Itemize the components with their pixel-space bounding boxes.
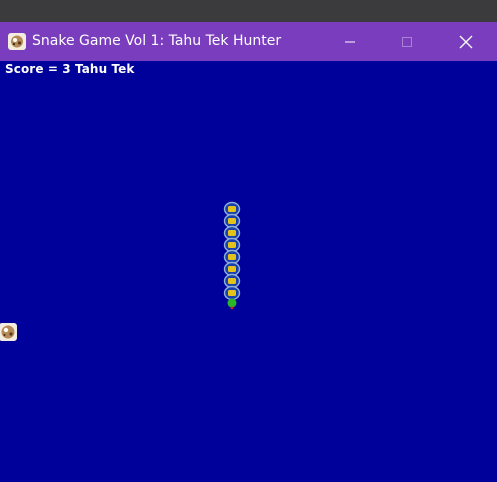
snake-body-segment — [223, 237, 241, 253]
snake-body-segment — [223, 201, 241, 217]
game-window: Snake Game Vol 1: Tahu Tek Hunter Score … — [0, 22, 497, 482]
desktop-strip — [0, 0, 497, 22]
snake-head — [227, 298, 237, 310]
snake-body-segment — [223, 249, 241, 265]
title-bar[interactable]: Snake Game Vol 1: Tahu Tek Hunter — [0, 22, 497, 61]
tahu-tek-food-icon — [0, 323, 17, 341]
minimize-button[interactable] — [327, 22, 373, 61]
maximize-button[interactable] — [384, 22, 430, 61]
snake-game-app-icon — [8, 33, 26, 50]
snake-body-segment — [223, 273, 241, 289]
game-board — [0, 201, 241, 341]
snake — [223, 201, 241, 310]
game-canvas[interactable]: Score = 3 Tahu Tek — [0, 61, 497, 482]
snake-body-segment — [223, 285, 241, 301]
window-title: Snake Game Vol 1: Tahu Tek Hunter — [32, 33, 282, 49]
maximize-icon — [402, 36, 412, 47]
close-button[interactable] — [443, 22, 489, 61]
snake-body-segment — [223, 225, 241, 241]
minimize-icon — [345, 41, 355, 42]
snake-body-segment — [223, 261, 241, 277]
close-icon — [459, 35, 473, 48]
snake-body-segment — [223, 213, 241, 229]
